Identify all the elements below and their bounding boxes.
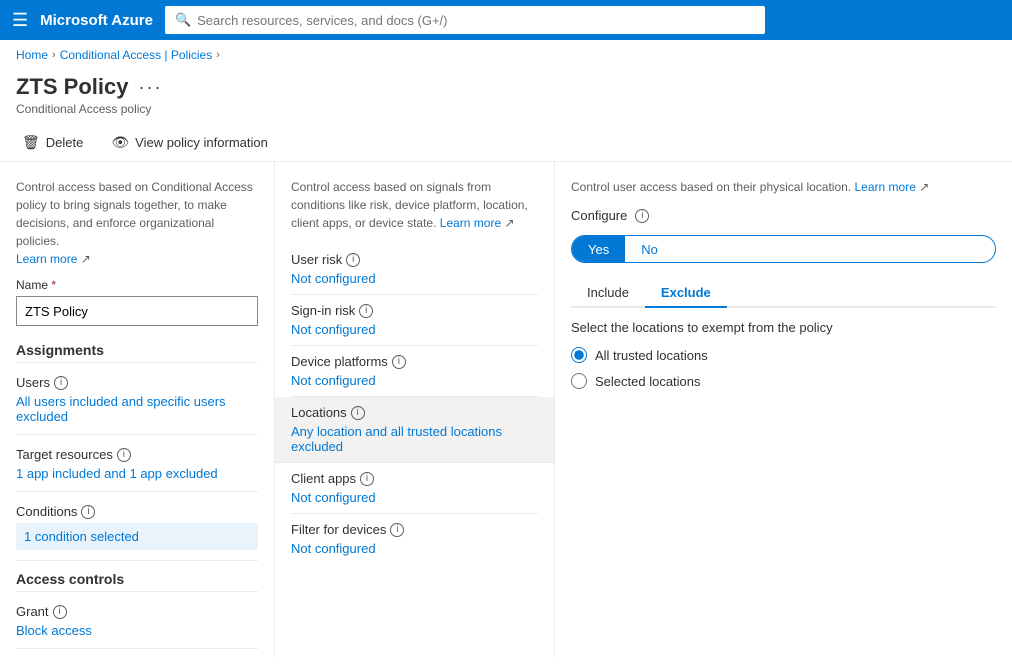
grant-section: Grant i Block access bbox=[16, 604, 258, 638]
condition-info-3: i bbox=[351, 406, 365, 420]
toggle-yes-button[interactable]: Yes bbox=[572, 236, 625, 262]
search-icon: 🔍 bbox=[175, 12, 191, 28]
condition-label-4: Client apps bbox=[291, 471, 356, 486]
conditions-info-icon: i bbox=[81, 505, 95, 519]
right-panel: Control user access based on their physi… bbox=[555, 162, 1012, 658]
condition-item-3[interactable]: Locations i Any location and all trusted… bbox=[275, 397, 554, 463]
condition-value-3[interactable]: Any location and all trusted locations e… bbox=[291, 424, 502, 454]
condition-value-5[interactable]: Not configured bbox=[291, 541, 376, 556]
users-info-icon: i bbox=[54, 376, 68, 390]
access-controls-title: Access controls bbox=[16, 571, 258, 592]
middle-panel-learn-more[interactable]: Learn more bbox=[440, 216, 501, 230]
condition-value-1[interactable]: Not configured bbox=[291, 322, 376, 337]
more-options-button[interactable]: ··· bbox=[138, 77, 162, 98]
condition-label-2: Device platforms bbox=[291, 354, 388, 369]
tab-exclude[interactable]: Exclude bbox=[645, 279, 727, 308]
right-panel-learn-more[interactable]: Learn more bbox=[855, 180, 916, 194]
target-resources-section: Target resources i 1 app included and 1 … bbox=[16, 447, 258, 481]
grant-value[interactable]: Block access bbox=[16, 623, 258, 638]
grant-label: Grant bbox=[16, 604, 49, 619]
middle-panel: Control access based on signals from con… bbox=[275, 162, 555, 658]
radio-all-trusted-input[interactable] bbox=[571, 347, 587, 363]
view-policy-icon: 👁 bbox=[111, 134, 129, 151]
page-subtitle: Conditional Access policy bbox=[16, 102, 996, 116]
target-resources-label: Target resources bbox=[16, 447, 113, 462]
delete-label: Delete bbox=[46, 135, 84, 150]
grant-info-icon: i bbox=[53, 605, 67, 619]
condition-info-0: i bbox=[346, 253, 360, 267]
users-label: Users bbox=[16, 375, 50, 390]
left-panel: Control access based on Conditional Acce… bbox=[0, 162, 275, 658]
condition-label-3: Locations bbox=[291, 405, 347, 420]
users-section: Users i All users included and specific … bbox=[16, 375, 258, 424]
condition-value-2[interactable]: Not configured bbox=[291, 373, 376, 388]
hamburger-icon[interactable]: ☰ bbox=[12, 10, 28, 31]
configure-row: Configure i bbox=[571, 208, 996, 223]
breadcrumb-home[interactable]: Home bbox=[16, 48, 48, 62]
radio-all-trusted-label: All trusted locations bbox=[595, 348, 708, 363]
location-description: Select the locations to exempt from the … bbox=[571, 320, 996, 335]
page-header: ZTS Policy ··· Conditional Access policy bbox=[0, 70, 1012, 124]
view-policy-label: View policy information bbox=[135, 135, 268, 150]
page-title: ZTS Policy bbox=[16, 74, 128, 100]
condition-item-1[interactable]: Sign-in risk i Not configured bbox=[291, 295, 538, 346]
assignments-title: Assignments bbox=[16, 342, 258, 363]
condition-label-5: Filter for devices bbox=[291, 522, 386, 537]
target-resources-value[interactable]: 1 app included and 1 app excluded bbox=[16, 466, 258, 481]
left-panel-learn-more[interactable]: Learn more bbox=[16, 252, 77, 266]
app-title: Microsoft Azure bbox=[40, 12, 153, 29]
tab-row: Include Exclude bbox=[571, 279, 996, 308]
left-panel-description: Control access based on Conditional Acce… bbox=[16, 178, 258, 268]
radio-selected-locations-label: Selected locations bbox=[595, 374, 701, 389]
condition-item-5[interactable]: Filter for devices i Not configured bbox=[291, 514, 538, 564]
configure-info-icon: i bbox=[635, 209, 649, 223]
condition-item-4[interactable]: Client apps i Not configured bbox=[291, 463, 538, 514]
search-box[interactable]: 🔍 bbox=[165, 6, 765, 34]
main-content: Control access based on Conditional Acce… bbox=[0, 162, 1012, 658]
configure-toggle[interactable]: Yes No bbox=[571, 235, 996, 263]
breadcrumb: Home › Conditional Access | Policies › bbox=[0, 40, 1012, 70]
toggle-no-button[interactable]: No bbox=[625, 236, 674, 262]
delete-icon: 🗑 bbox=[22, 134, 40, 151]
radio-group: All trusted locations Selected locations bbox=[571, 347, 996, 389]
condition-item-0[interactable]: User risk i Not configured bbox=[291, 244, 538, 295]
breadcrumb-sep-2: › bbox=[216, 49, 220, 61]
condition-info-4: i bbox=[360, 472, 374, 486]
condition-label-1: Sign-in risk bbox=[291, 303, 355, 318]
name-input[interactable] bbox=[16, 296, 258, 326]
condition-label-0: User risk bbox=[291, 252, 342, 267]
users-value[interactable]: All users included and specific users ex… bbox=[16, 394, 258, 424]
target-resources-info-icon: i bbox=[117, 448, 131, 462]
conditions-value[interactable]: 1 condition selected bbox=[24, 529, 250, 544]
conditions-list: User risk i Not configured Sign-in risk … bbox=[291, 244, 538, 564]
condition-value-0[interactable]: Not configured bbox=[291, 271, 376, 286]
radio-all-trusted[interactable]: All trusted locations bbox=[571, 347, 996, 363]
view-policy-button[interactable]: 👁 View policy information bbox=[105, 130, 274, 155]
tab-include[interactable]: Include bbox=[571, 279, 645, 308]
radio-selected-locations[interactable]: Selected locations bbox=[571, 373, 996, 389]
condition-info-5: i bbox=[390, 523, 404, 537]
radio-selected-locations-input[interactable] bbox=[571, 373, 587, 389]
delete-button[interactable]: 🗑 Delete bbox=[16, 130, 89, 155]
configure-label: Configure bbox=[571, 208, 627, 223]
name-label: Name * bbox=[16, 278, 258, 292]
conditions-section: Conditions i 1 condition selected bbox=[16, 504, 258, 550]
toolbar: 🗑 Delete 👁 View policy information bbox=[0, 124, 1012, 162]
top-bar: ☰ Microsoft Azure 🔍 bbox=[0, 0, 1012, 40]
condition-info-1: i bbox=[359, 304, 373, 318]
breadcrumb-policies[interactable]: Conditional Access | Policies bbox=[60, 48, 213, 62]
breadcrumb-sep-1: › bbox=[52, 49, 56, 61]
condition-item-2[interactable]: Device platforms i Not configured bbox=[291, 346, 538, 397]
search-input[interactable] bbox=[197, 13, 755, 28]
right-panel-description: Control user access based on their physi… bbox=[571, 178, 996, 196]
conditions-label: Conditions bbox=[16, 504, 77, 519]
condition-value-4[interactable]: Not configured bbox=[291, 490, 376, 505]
middle-panel-description: Control access based on signals from con… bbox=[291, 178, 538, 232]
condition-info-2: i bbox=[392, 355, 406, 369]
